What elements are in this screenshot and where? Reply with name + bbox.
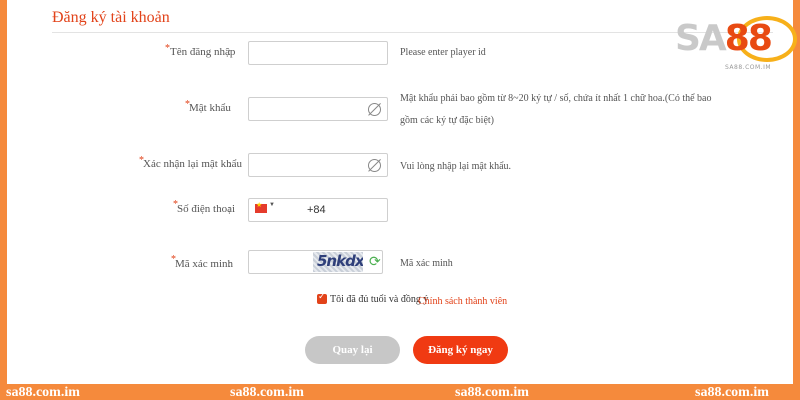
username-label: Tên đăng nhập: [170, 46, 236, 58]
password-label: Mật khẩu: [189, 102, 231, 114]
colon: :: [228, 258, 232, 270]
back-button[interactable]: Quay lại: [305, 336, 400, 364]
title-divider: [52, 32, 773, 33]
colon: :: [228, 203, 232, 215]
captcha-hint: Mã xác minh: [400, 258, 453, 269]
watermark-text: sa88.com.im: [695, 385, 769, 400]
agree-text: Tôi đã đủ tuổi và đồng ý: [330, 294, 429, 305]
registration-panel: Đăng ký tài khoản SA88 SA88.COM.IM * Tên…: [7, 0, 797, 384]
watermark-text: sa88.com.im: [230, 385, 304, 400]
password-hint: Mật khẩu phải bao gồm từ 8~20 ký tự / số…: [400, 93, 712, 126]
colon: :: [228, 102, 232, 114]
page-title: Đăng ký tài khoản: [52, 9, 170, 26]
caret-down-icon[interactable]: ▼: [269, 202, 275, 208]
vietnam-flag-icon[interactable]: [255, 201, 267, 213]
agree-checkbox[interactable]: [317, 291, 327, 304]
confirm-password-hint: Vui lòng nhập lại mật khẩu.: [400, 161, 512, 172]
logo-wordmark: SA88: [675, 18, 773, 59]
colon: :: [228, 46, 232, 58]
logo-subtext: SA88.COM.IM: [725, 64, 772, 71]
eye-off-icon[interactable]: [368, 103, 381, 116]
colon: :: [228, 158, 232, 170]
confirm-password-input[interactable]: [248, 153, 388, 177]
captcha-label: Mã xác minh: [175, 258, 234, 270]
username-hint: Please enter player id: [400, 47, 486, 58]
username-input[interactable]: [248, 41, 388, 65]
captcha-image: 5nkdx: [313, 252, 363, 272]
watermark-text: sa88.com.im: [455, 385, 529, 400]
member-policy-link[interactable]: Chính sách thành viên: [418, 296, 507, 307]
phone-label: Số điện thoại: [177, 203, 236, 215]
sa88-logo: SA88 SA88.COM.IM: [675, 16, 799, 72]
refresh-icon[interactable]: ⟳: [369, 256, 381, 270]
watermark-text: sa88.com.im: [6, 385, 80, 400]
phone-input[interactable]: ▼ +84: [248, 198, 388, 222]
country-code: +84: [307, 204, 326, 216]
register-button[interactable]: Đăng ký ngay: [413, 336, 508, 364]
eye-off-icon[interactable]: [368, 159, 381, 172]
password-input[interactable]: [248, 97, 388, 121]
